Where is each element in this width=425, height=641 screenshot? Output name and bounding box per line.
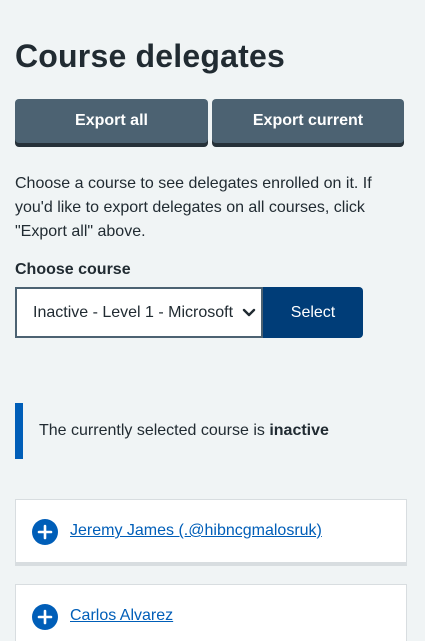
inset-prefix: The currently selected course is (39, 422, 270, 439)
inset-text: The currently selected course is inactiv… (39, 422, 329, 440)
inactive-course-inset: The currently selected course is inactiv… (15, 403, 410, 459)
plus-circle-icon[interactable] (32, 604, 58, 630)
select-button[interactable]: Select (263, 287, 363, 338)
delegate-card: Jeremy James (.@hibncgmalosruk) (15, 499, 407, 566)
delegate-card: Carlos Alvarez (15, 584, 407, 641)
choose-course-label: Choose course (15, 261, 131, 278)
delegate-name-link[interactable]: Carlos Alvarez (70, 607, 173, 625)
chevron-down-icon (242, 308, 256, 317)
delegate-name-link[interactable]: Jeremy James (.@hibncgmalosruk) (70, 522, 322, 540)
export-actions: Export all Export current (15, 99, 404, 147)
plus-circle-icon[interactable] (32, 519, 58, 545)
export-current-button[interactable]: Export current (212, 99, 404, 143)
intro-text: Choose a course to see delegates enrolle… (15, 175, 372, 240)
course-select-value: Inactive - Level 1 - Microsoft (33, 304, 234, 321)
page-title: Course delegates (15, 38, 285, 74)
course-delegates-page: Course delegates Export all Export curre… (0, 0, 425, 641)
course-select[interactable]: Inactive - Level 1 - Microsoft (15, 287, 263, 338)
inset-bar (15, 403, 23, 459)
course-status: inactive (269, 422, 329, 439)
export-all-button[interactable]: Export all (15, 99, 208, 143)
